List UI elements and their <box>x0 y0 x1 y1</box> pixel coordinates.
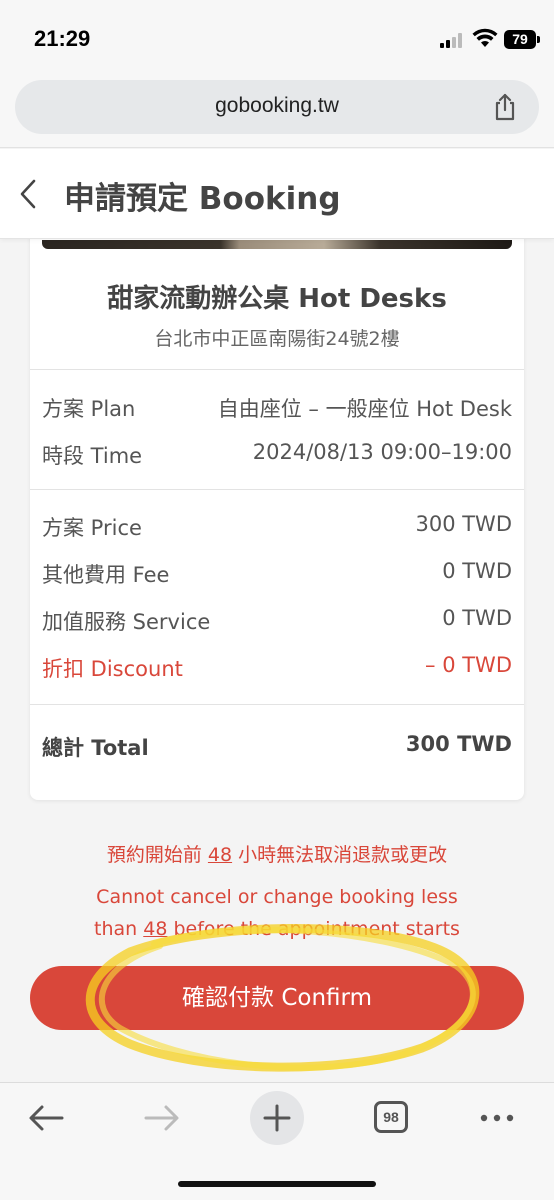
divider <box>30 369 524 370</box>
venue-address: 台北市中正區南陽街24號2樓 <box>154 328 400 350</box>
notice-hours: 48 <box>143 918 168 940</box>
page-title: 申請預定 Booking <box>64 181 341 217</box>
service-row: 加值服務 Service 0 TWD <box>42 606 512 636</box>
total-label: 總計 Total <box>42 736 149 760</box>
divider <box>30 704 524 705</box>
fee-label: 其他費用 Fee <box>42 563 170 587</box>
notice-text: before the appointment starts <box>167 918 460 940</box>
tabs-count: 98 <box>374 1101 408 1133</box>
forward-arrow-icon[interactable] <box>136 1097 186 1139</box>
time-value: 2024/08/13 09:00–19:00 <box>252 440 512 464</box>
browser-toolbar: 98 <box>0 1082 554 1200</box>
status-bar: 21:29 79 <box>0 0 554 70</box>
fee-value: 0 TWD <box>442 559 512 583</box>
fee-row: 其他費用 Fee 0 TWD <box>42 559 512 589</box>
total-row: 總計 Total 300 TWD <box>42 732 512 762</box>
share-icon[interactable] <box>491 92 519 122</box>
back-arrow-icon[interactable] <box>22 1097 72 1139</box>
price-row: 方案 Price 300 TWD <box>42 512 512 542</box>
wifi-icon <box>472 28 498 47</box>
more-options-icon[interactable] <box>472 1097 522 1139</box>
url-text[interactable]: gobooking.tw <box>15 94 539 118</box>
divider <box>30 489 524 490</box>
cancellation-notice-en-line2: than 48 before the appointment starts <box>0 918 554 940</box>
address-bar[interactable]: gobooking.tw <box>15 80 539 134</box>
discount-row: 折扣 Discount – 0 TWD <box>42 653 512 683</box>
price-label: 方案 Price <box>42 516 142 540</box>
service-label: 加值服務 Service <box>42 610 211 634</box>
price-value: 300 TWD <box>415 512 512 536</box>
notice-text: than <box>94 918 144 940</box>
new-tab-button[interactable] <box>250 1091 304 1145</box>
discount-label: 折扣 Discount <box>42 657 183 681</box>
venue-photo <box>42 240 512 249</box>
plan-value: 自由座位 – 一般座位 Hot Desk <box>217 397 512 421</box>
plan-label: 方案 Plan <box>42 397 136 421</box>
notice-text: 預約開始前 <box>106 844 208 866</box>
booking-summary-card: 甜家流動辦公桌 Hot Desks 台北市中正區南陽街24號2樓 方案 Plan… <box>30 220 524 800</box>
home-indicator <box>178 1181 376 1187</box>
battery-icon: 79 <box>504 30 540 49</box>
notice-hours: 48 <box>207 844 233 866</box>
time-label: 時段 Time <box>42 444 143 468</box>
cancellation-notice-zh: 預約開始前 48 小時無法取消退款或更改 <box>0 840 554 867</box>
discount-value: – 0 TWD <box>425 653 512 677</box>
tabs-button[interactable]: 98 <box>372 1097 422 1139</box>
notice-text: 小時無法取消退款或更改 <box>232 844 448 866</box>
cellular-signal-icon <box>440 32 466 48</box>
back-chevron-icon[interactable] <box>14 177 42 211</box>
venue-name: 甜家流動辦公桌 Hot Desks <box>107 284 447 314</box>
cancellation-notice-en-line1: Cannot cancel or change booking less <box>96 886 458 908</box>
page-header: 申請預定 Booking <box>0 149 554 239</box>
confirm-payment-button[interactable]: 確認付款 Confirm <box>30 966 524 1030</box>
service-value: 0 TWD <box>442 606 512 630</box>
time-row: 時段 Time 2024/08/13 09:00–19:00 <box>42 440 512 470</box>
total-value: 300 TWD <box>405 732 512 756</box>
status-time: 21:29 <box>34 26 91 51</box>
plus-icon <box>263 1104 291 1132</box>
browser-address-area: gobooking.tw <box>0 70 554 148</box>
plan-row: 方案 Plan 自由座位 – 一般座位 Hot Desk <box>42 393 512 423</box>
